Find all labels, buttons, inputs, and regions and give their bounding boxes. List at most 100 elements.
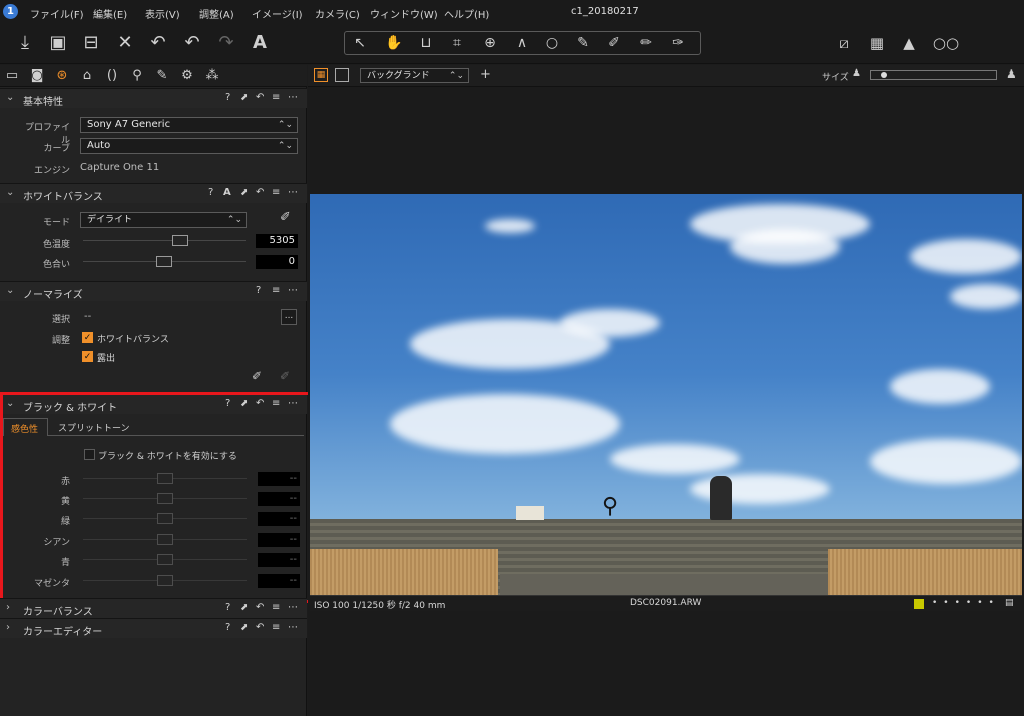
- more-icon[interactable]: ⋯: [288, 398, 298, 409]
- bw-row-slider-knob[interactable]: [157, 493, 173, 504]
- size-slider-knob[interactable]: [881, 72, 887, 78]
- exposure-checkbox[interactable]: ✓: [82, 351, 93, 362]
- bw-row-slider[interactable]: [83, 473, 247, 485]
- undo-icon[interactable]: ↶: [147, 31, 169, 55]
- more-icon[interactable]: ⋯: [288, 622, 298, 633]
- tint-value[interactable]: 0: [256, 255, 298, 269]
- rating-dots[interactable]: ••••••: [932, 598, 1000, 608]
- tab-split-tone[interactable]: スプリットトーン: [58, 421, 130, 434]
- bw-row-slider[interactable]: [83, 534, 247, 546]
- help-icon[interactable]: ?: [225, 602, 230, 613]
- bw-row-value[interactable]: --: [258, 512, 300, 526]
- reset-icon[interactable]: ↶: [256, 398, 264, 409]
- reset-icon[interactable]: ↶: [256, 622, 264, 633]
- presets-icon[interactable]: ≡: [272, 285, 280, 296]
- bw-row-value[interactable]: --: [258, 574, 300, 588]
- expand-icon[interactable]: ⬈: [240, 398, 248, 409]
- background-select[interactable]: バックグランド ⌃⌄: [360, 68, 469, 83]
- add-icon[interactable]: +: [480, 67, 491, 82]
- color-picker-icon[interactable]: ✐: [603, 34, 625, 52]
- color-tag[interactable]: [914, 599, 924, 609]
- expand-icon[interactable]: ⬈: [240, 622, 248, 633]
- help-icon[interactable]: ?: [225, 622, 230, 633]
- details-tab-icon[interactable]: ⚲: [127, 67, 147, 85]
- rotate-icon[interactable]: ⊕: [479, 34, 501, 52]
- bw-row-value[interactable]: --: [258, 472, 300, 486]
- crop-icon[interactable]: ⌗: [446, 34, 468, 52]
- chevron-right-icon[interactable]: ›: [6, 602, 10, 613]
- brush-icon[interactable]: ✎: [572, 34, 594, 52]
- single-view-icon[interactable]: [335, 68, 349, 82]
- text-tool-icon[interactable]: A: [249, 31, 271, 55]
- chevron-down-icon[interactable]: ⌄: [6, 187, 14, 198]
- menu-camera[interactable]: カメラ(C): [315, 6, 360, 21]
- keystone-icon[interactable]: ∧: [511, 34, 533, 52]
- curve-select[interactable]: Auto ⌃⌄: [80, 138, 298, 154]
- more-icon[interactable]: ⋯: [288, 602, 298, 613]
- spot-icon[interactable]: ○: [541, 34, 563, 52]
- folder-export-icon[interactable]: ⊟: [80, 31, 102, 55]
- presets-icon[interactable]: ≡: [272, 602, 280, 613]
- pick-normalize-icon[interactable]: ✐: [252, 369, 262, 383]
- gradient-icon[interactable]: ✑: [667, 34, 689, 52]
- wb-checkbox[interactable]: ✓: [82, 332, 93, 343]
- bw-row-slider-knob[interactable]: [157, 554, 173, 565]
- settings-tab-icon[interactable]: ⚙: [177, 67, 197, 85]
- lens-tab-icon[interactable]: (): [102, 67, 122, 85]
- normalize-header[interactable]: ⌄ ノーマライズ ? ≡ ⋯: [0, 281, 307, 301]
- menu-image[interactable]: イメージ(I): [252, 6, 303, 21]
- presets-icon[interactable]: ≡: [272, 398, 280, 409]
- app-logo-icon[interactable]: 1: [3, 4, 18, 19]
- more-icon[interactable]: ⋯: [288, 187, 298, 198]
- temperature-value[interactable]: 5305: [256, 234, 298, 248]
- wb-picker-icon[interactable]: ✐: [280, 210, 291, 225]
- color-editor-header[interactable]: › カラーエディター ? ⬈ ↶ ≡ ⋯: [0, 618, 307, 638]
- delete-icon[interactable]: ✕: [114, 31, 136, 55]
- apply-normalize-icon[interactable]: ✐: [280, 369, 290, 383]
- exposure-tab-icon[interactable]: ⌂: [77, 67, 97, 85]
- presets-icon[interactable]: ≡: [272, 187, 280, 198]
- bw-row-slider-knob[interactable]: [157, 513, 173, 524]
- edit-compare-icon[interactable]: ⧄: [833, 31, 855, 55]
- white-balance-header[interactable]: ⌄ ホワイトバランス ? A ⬈ ↶ ≡ ⋯: [0, 183, 307, 203]
- reset-icon[interactable]: ↶: [256, 602, 264, 613]
- profile-select[interactable]: Sony A7 Generic ⌃⌄: [80, 117, 298, 133]
- presets-icon[interactable]: ≡: [272, 92, 280, 103]
- select-cursor-icon[interactable]: ↖: [349, 34, 371, 52]
- glasses-icon[interactable]: ○○: [930, 31, 962, 55]
- temperature-slider[interactable]: [83, 235, 246, 247]
- reset-icon[interactable]: ↶: [256, 92, 264, 103]
- expand-icon[interactable]: ⬈: [240, 187, 248, 198]
- info-toggle-icon[interactable]: ▤: [1005, 598, 1014, 608]
- eraser-icon[interactable]: ✏: [635, 34, 657, 52]
- chevron-down-icon[interactable]: ⌄: [6, 398, 14, 409]
- menu-help[interactable]: ヘルプ(H): [444, 6, 489, 21]
- reset-icon[interactable]: ↶: [256, 187, 264, 198]
- multi-view-icon[interactable]: ▦: [314, 68, 328, 82]
- menu-adjust[interactable]: 調整(A): [199, 6, 234, 21]
- tint-slider[interactable]: [83, 256, 246, 268]
- bw-row-value[interactable]: --: [258, 492, 300, 506]
- bw-row-value[interactable]: --: [258, 533, 300, 547]
- expand-icon[interactable]: ⬈: [240, 92, 248, 103]
- redo-icon[interactable]: ↷: [215, 31, 237, 55]
- bw-row-slider-knob[interactable]: [157, 473, 173, 484]
- black-white-header[interactable]: ⌄ ブラック & ホワイト ? ⬈ ↶ ≡ ⋯: [0, 394, 307, 414]
- wb-mode-select[interactable]: デイライト ⌃⌄: [80, 212, 247, 228]
- bw-row-slider[interactable]: [83, 513, 247, 525]
- more-icon[interactable]: ⋯: [288, 92, 298, 103]
- batch-tab-icon[interactable]: ⁂: [202, 67, 222, 85]
- color-tab-icon[interactable]: ⊛: [52, 67, 72, 85]
- bw-row-slider[interactable]: [83, 493, 247, 505]
- menu-file[interactable]: ファイル(F): [30, 6, 84, 21]
- temperature-slider-knob[interactable]: [172, 235, 188, 246]
- photo-preview[interactable]: ⚲: [310, 194, 1022, 595]
- bw-row-slider-knob[interactable]: [157, 575, 173, 586]
- grid-icon[interactable]: ▦: [866, 31, 888, 55]
- reset-icon[interactable]: ↶: [181, 31, 203, 55]
- capture-tab-icon[interactable]: ◙: [27, 67, 47, 85]
- normalize-pick-button[interactable]: ...: [281, 309, 297, 325]
- presets-icon[interactable]: ≡: [272, 622, 280, 633]
- warning-icon[interactable]: ▲: [898, 31, 920, 55]
- bw-row-value[interactable]: --: [258, 553, 300, 567]
